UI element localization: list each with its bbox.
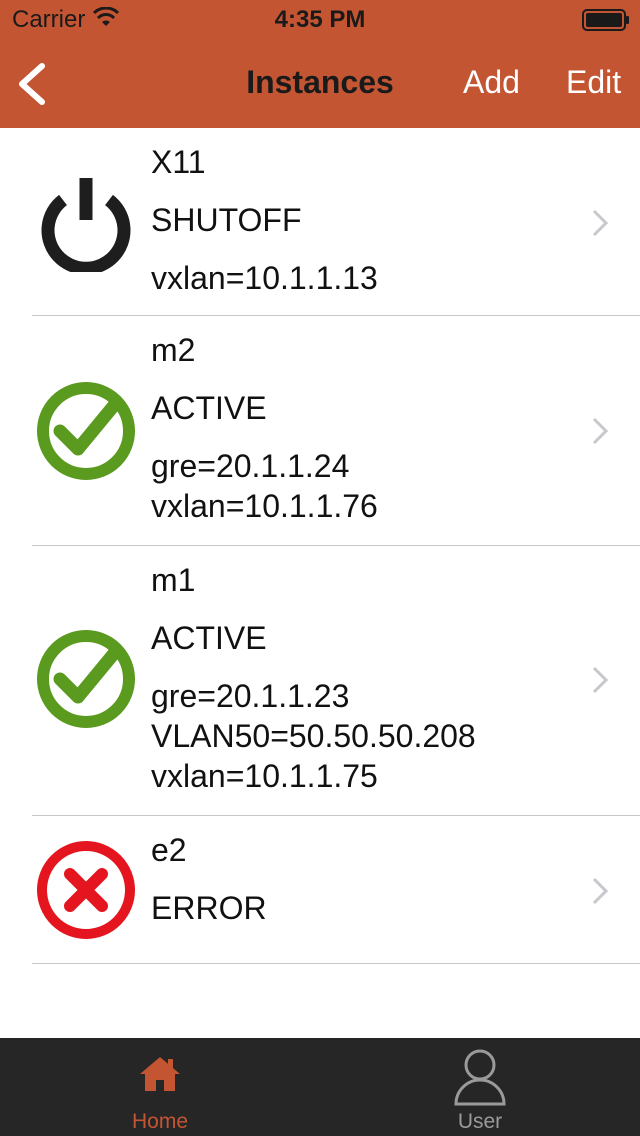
chevron-right-icon bbox=[590, 665, 610, 695]
tab-home[interactable]: Home bbox=[0, 1038, 320, 1136]
navigation-bar: Instances Add Edit bbox=[0, 40, 640, 128]
instance-status: ERROR bbox=[151, 890, 267, 926]
instance-network: vxlan=10.1.1.75 bbox=[151, 758, 378, 794]
status-time: 4:35 PM bbox=[274, 6, 366, 33]
instance-status: ACTIVE bbox=[151, 620, 267, 656]
power-icon bbox=[36, 172, 136, 275]
back-button[interactable] bbox=[14, 62, 50, 106]
home-icon bbox=[138, 1054, 182, 1099]
chevron-left-icon bbox=[19, 63, 45, 105]
user-icon bbox=[453, 1048, 507, 1111]
chevron-right-icon bbox=[590, 208, 610, 238]
instance-details: m2 ACTIVE gre=20.1.1.24 vxlan=10.1.1.76 bbox=[151, 330, 378, 526]
tab-user[interactable]: User bbox=[320, 1038, 640, 1136]
battery-icon bbox=[582, 9, 630, 31]
chevron-right-icon bbox=[590, 876, 610, 906]
page-title: Instances bbox=[246, 64, 394, 100]
check-circle-icon bbox=[36, 629, 136, 729]
instance-row-e2[interactable]: e2 ERROR bbox=[0, 816, 640, 964]
instance-network: VLAN50=50.50.50.208 bbox=[151, 718, 476, 754]
instance-details: m1 ACTIVE gre=20.1.1.23 VLAN50=50.50.50.… bbox=[151, 560, 476, 796]
instance-name: m1 bbox=[151, 562, 196, 598]
tab-label: Home bbox=[131, 1110, 189, 1133]
instance-status: SHUTOFF bbox=[151, 202, 302, 238]
instance-name: e2 bbox=[151, 832, 187, 868]
error-circle-icon bbox=[36, 840, 136, 940]
chevron-right-icon bbox=[590, 416, 610, 446]
instance-network: vxlan=10.1.1.76 bbox=[151, 488, 378, 524]
instance-row-m2[interactable]: m2 ACTIVE gre=20.1.1.24 vxlan=10.1.1.76 bbox=[0, 316, 640, 546]
instance-details: e2 ERROR bbox=[151, 830, 267, 928]
add-button[interactable]: Add bbox=[463, 64, 520, 101]
instance-network: gre=20.1.1.24 bbox=[151, 448, 350, 484]
instance-network: gre=20.1.1.23 bbox=[151, 678, 350, 714]
instance-network: vxlan=10.1.1.13 bbox=[151, 260, 378, 296]
instance-row-m1[interactable]: m1 ACTIVE gre=20.1.1.23 VLAN50=50.50.50.… bbox=[0, 546, 640, 816]
app-screen: Carrier 4:35 PM Instances Add Edit X11 S… bbox=[0, 0, 640, 1136]
tab-label: User bbox=[457, 1110, 503, 1133]
tab-bar: Home User bbox=[0, 1038, 640, 1136]
instance-name: X11 bbox=[151, 144, 206, 180]
edit-button[interactable]: Edit bbox=[566, 64, 621, 101]
row-divider bbox=[32, 963, 640, 964]
instance-name: m2 bbox=[151, 332, 196, 368]
check-circle-icon bbox=[36, 381, 136, 481]
instance-status: ACTIVE bbox=[151, 390, 267, 426]
status-bar: Carrier 4:35 PM bbox=[0, 0, 640, 40]
instance-row-x11[interactable]: X11 SHUTOFF vxlan=10.1.1.13 bbox=[0, 128, 640, 316]
instance-details: X11 SHUTOFF vxlan=10.1.1.13 bbox=[151, 142, 378, 298]
